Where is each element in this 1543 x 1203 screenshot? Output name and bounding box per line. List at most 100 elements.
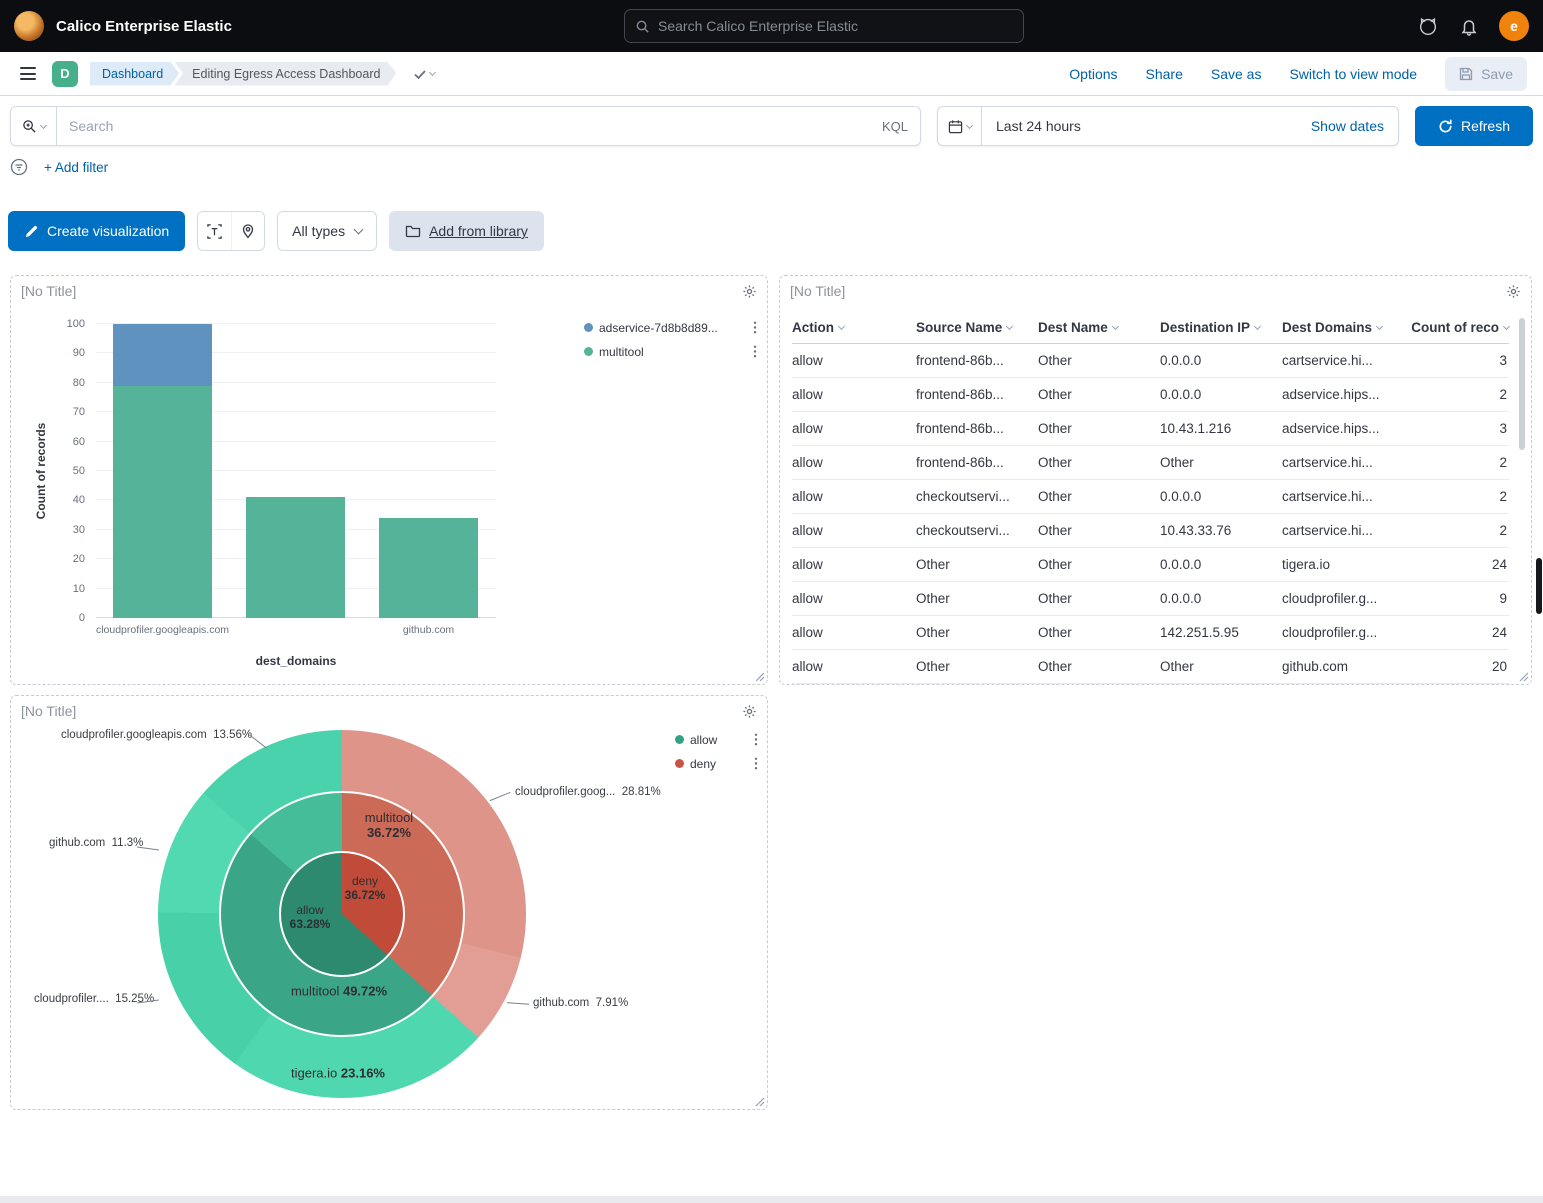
filter-icon[interactable]: [10, 158, 28, 176]
legend-options-icon[interactable]: [751, 732, 761, 747]
nav-actions: Options Share Save as Switch to view mod…: [1069, 57, 1527, 91]
table-row[interactable]: allowfrontend-86b...Other0.0.0.0adservic…: [792, 378, 1509, 412]
resize-handle[interactable]: [1519, 672, 1529, 682]
folder-icon: [405, 223, 421, 239]
column-header[interactable]: Destination IP: [1160, 320, 1282, 335]
bar-segment[interactable]: [113, 386, 212, 618]
legend-item[interactable]: deny: [675, 756, 761, 771]
table-cell: frontend-86b...: [916, 353, 1038, 368]
user-avatar[interactable]: e: [1499, 11, 1529, 41]
table-row[interactable]: allowOtherOther0.0.0.0cloudprofiler.g...…: [792, 582, 1509, 616]
global-search[interactable]: [624, 9, 1024, 43]
kql-search-input[interactable]: [57, 107, 870, 145]
table-row[interactable]: allowOtherOther142.251.5.95cloudprofiler…: [792, 616, 1509, 650]
table-cell: Other: [1038, 455, 1160, 470]
data-table-panel: [No Title] ActionSource NameDest NameDes…: [779, 275, 1532, 685]
share-link[interactable]: Share: [1146, 66, 1183, 82]
table-row[interactable]: allowfrontend-86b...OtherOthercartservic…: [792, 446, 1509, 480]
table-cell: Other: [916, 591, 1038, 606]
table-cell: frontend-86b...: [916, 421, 1038, 436]
breadcrumb-dashboard[interactable]: Dashboard: [90, 62, 179, 86]
table-scrollbar[interactable]: [1519, 318, 1525, 450]
legend-item[interactable]: adservice-7d8b8d89...: [584, 320, 760, 335]
page-scrollbar-thumb[interactable]: [1536, 558, 1542, 614]
column-header[interactable]: Action: [792, 320, 916, 335]
time-range-label[interactable]: Last 24 hours: [982, 118, 1095, 134]
table-cell: allow: [792, 557, 916, 572]
calico-dashboard-app: Calico Enterprise Elastic e D Dashboard …: [0, 0, 1543, 1203]
dashboard-app-icon[interactable]: D: [52, 61, 78, 87]
show-dates-link[interactable]: Show dates: [1311, 118, 1398, 134]
create-visualization-button[interactable]: Create visualization: [8, 211, 185, 251]
legend-options-icon[interactable]: [750, 344, 760, 359]
table-cell: 2: [1404, 455, 1509, 470]
sort-chevron-icon: [1006, 323, 1013, 330]
table-row[interactable]: allowcheckoutservi...Other0.0.0.0cartser…: [792, 480, 1509, 514]
column-header[interactable]: Dest Domains: [1282, 320, 1404, 335]
text-panel-button[interactable]: [198, 212, 231, 250]
column-header[interactable]: Dest Name: [1038, 320, 1160, 335]
table-cell: Other: [1038, 387, 1160, 402]
all-types-label: All types: [292, 223, 345, 239]
table-cell: allow: [792, 387, 916, 402]
table-row[interactable]: allowOtherOther0.0.0.0tigera.io24: [792, 548, 1509, 582]
horizontal-scrollbar-track[interactable]: [0, 1196, 1543, 1203]
options-link[interactable]: Options: [1069, 66, 1117, 82]
table-cell: allow: [792, 523, 916, 538]
panel-settings-icon[interactable]: [740, 702, 759, 724]
table-cell: allow: [792, 421, 916, 436]
legend-item[interactable]: multitool: [584, 344, 760, 359]
column-header-label: Dest Name: [1038, 320, 1108, 335]
switch-view-link[interactable]: Switch to view mode: [1289, 66, 1417, 82]
table-row[interactable]: allowfrontend-86b...Other10.43.1.216adse…: [792, 412, 1509, 446]
map-panel-button[interactable]: [231, 212, 264, 250]
table-row[interactable]: allowfrontend-86b...Other0.0.0.0cartserv…: [792, 344, 1509, 378]
table-cell: 2: [1404, 523, 1509, 538]
panel-settings-icon[interactable]: [740, 282, 759, 304]
bar-segment[interactable]: [379, 518, 478, 618]
legend-item[interactable]: allow: [675, 732, 761, 747]
search-icon: [635, 19, 650, 34]
table-cell: 0.0.0.0: [1160, 353, 1282, 368]
alerts-icon[interactable]: [1459, 16, 1479, 36]
sort-chevron-icon: [1254, 323, 1261, 330]
table-row[interactable]: allowcheckoutservi...Other10.43.33.76car…: [792, 514, 1509, 548]
resize-handle[interactable]: [755, 672, 765, 682]
x-tick-text: github.com: [403, 624, 454, 636]
resize-handle[interactable]: [755, 1097, 765, 1107]
saved-check-icon[interactable]: [412, 66, 435, 82]
y-tick-label: 90: [73, 347, 85, 359]
table-cell: 10.43.1.216: [1160, 421, 1282, 436]
add-filter-link[interactable]: + Add filter: [44, 160, 108, 175]
table-cell: Other: [916, 625, 1038, 640]
table-cell: checkoutservi...: [916, 523, 1038, 538]
save-button[interactable]: Save: [1445, 57, 1527, 91]
slice-label: deny36.72%: [345, 875, 386, 903]
table-cell: cartservice.hi...: [1282, 523, 1404, 538]
panel-settings-icon[interactable]: [1504, 282, 1523, 304]
y-tick-label: 20: [73, 553, 85, 565]
calico-cloud-icon[interactable]: [1417, 15, 1439, 37]
table-cell: adservice.hips...: [1282, 387, 1404, 402]
bar-segment[interactable]: [246, 497, 345, 618]
legend-options-icon[interactable]: [750, 320, 760, 335]
legend-options-icon[interactable]: [751, 756, 761, 771]
refresh-button[interactable]: Refresh: [1415, 106, 1533, 146]
bar-segment[interactable]: [113, 324, 212, 386]
column-header[interactable]: Source Name: [916, 320, 1038, 335]
table-row[interactable]: allowOtherOtherOthergithub.com20: [792, 650, 1509, 684]
table-cell: Other: [1038, 557, 1160, 572]
kql-label[interactable]: KQL: [870, 119, 920, 134]
add-from-library-button[interactable]: Add from library: [389, 211, 544, 251]
saved-query-menu-button[interactable]: [11, 107, 57, 145]
save-as-link[interactable]: Save as: [1211, 66, 1262, 82]
table-cell: Other: [1038, 421, 1160, 436]
legend-color-dot: [675, 735, 684, 744]
column-header[interactable]: Count of reco: [1404, 320, 1509, 335]
all-types-dropdown[interactable]: All types: [277, 211, 377, 251]
global-search-input[interactable]: [658, 18, 1013, 34]
y-tick-label: 40: [73, 494, 85, 506]
menu-icon[interactable]: [16, 63, 40, 84]
bar-x-ticks: cloudprofiler.googleapis.comgithub.com: [96, 624, 496, 638]
calendar-button[interactable]: [938, 107, 982, 145]
